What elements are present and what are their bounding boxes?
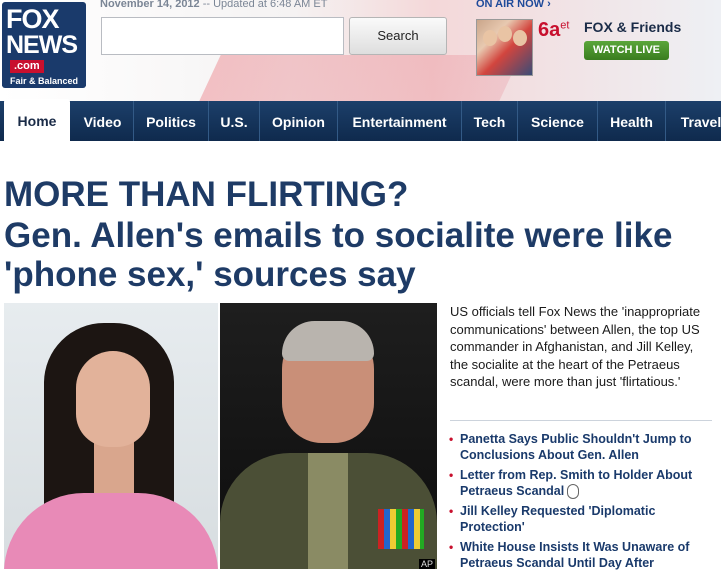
story-summary: US officials tell Fox News the 'inapprop…	[450, 304, 701, 389]
nav-item-travel[interactable]: Travel	[666, 101, 721, 141]
nav-item-us[interactable]: U.S.	[209, 101, 260, 141]
photo-shirt-shape	[308, 453, 348, 569]
search-input[interactable]	[101, 17, 344, 55]
photo-ribbons-shape	[378, 509, 424, 549]
dateline: November 14, 2012 -- Updated at 6:48 AM …	[100, 0, 327, 10]
show-time-value: 6a	[538, 19, 561, 41]
search-button[interactable]: Search	[349, 17, 447, 55]
logo-tagline: Fair & Balanced	[2, 76, 86, 86]
date-text: November 14, 2012	[100, 0, 200, 10]
related-link-text[interactable]: White House Insists It Was Unaware of Pe…	[460, 540, 689, 570]
related-links-list: • Panetta Says Public Shouldn't Jump to …	[448, 432, 720, 576]
logo-news-text: NEWS	[6, 31, 78, 59]
bullet-icon: •	[449, 468, 454, 482]
nav-item-politics[interactable]: Politics	[134, 101, 209, 141]
host-face	[498, 26, 512, 42]
related-link[interactable]: • Jill Kelley Requested 'Diplomatic Prot…	[448, 504, 720, 535]
photo-face-shape	[76, 351, 150, 447]
logo-com-text: .com	[10, 60, 44, 73]
bullet-icon: •	[449, 504, 454, 518]
photo-jill-kelley[interactable]	[4, 303, 218, 569]
photo-hair-shape	[282, 321, 374, 361]
nav-item-entertainment[interactable]: Entertainment	[338, 101, 462, 141]
related-link[interactable]: • White House Insists It Was Unaware of …	[448, 540, 720, 571]
show-thumbnail[interactable]	[476, 19, 533, 76]
related-link-text[interactable]: Jill Kelley Requested 'Diplomatic Protec…	[460, 504, 655, 534]
nav-item-tech[interactable]: Tech	[462, 101, 518, 141]
summary-divider	[450, 420, 712, 421]
host-face	[483, 30, 497, 46]
host-face	[513, 30, 527, 46]
related-link-text[interactable]: Panetta Says Public Shouldn't Jump to Co…	[460, 432, 691, 462]
bullet-icon: •	[449, 432, 454, 446]
nav-item-video[interactable]: Video	[72, 101, 134, 141]
photo-neck-shape	[94, 441, 134, 501]
photo-credit: AP	[418, 559, 435, 569]
show-time: 6aet	[538, 19, 569, 42]
story-headline[interactable]: Gen. Allen's emails to socialite were li…	[4, 216, 694, 294]
photo-gen-allen[interactable]: AP	[220, 303, 437, 569]
fox-news-logo[interactable]: FOX NEWS .com Fair & Balanced	[2, 2, 86, 88]
related-link[interactable]: • Panetta Says Public Shouldn't Jump to …	[448, 432, 720, 463]
main-nav: Home Video Politics U.S. Opinion Enterta…	[0, 99, 721, 141]
related-link[interactable]: • Letter from Rep. Smith to Holder About…	[448, 468, 720, 499]
mouse-cursor-icon	[567, 483, 580, 499]
header-flag-decoration	[199, 55, 521, 101]
on-air-now-link[interactable]: ON AIR NOW ›	[476, 0, 551, 10]
bullet-icon: •	[449, 540, 454, 554]
site-header: FOX NEWS .com Fair & Balanced November 1…	[0, 0, 721, 101]
nav-item-health[interactable]: Health	[598, 101, 666, 141]
nav-item-science[interactable]: Science	[518, 101, 598, 141]
show-time-suffix: et	[560, 19, 570, 32]
watch-live-button[interactable]: WATCH LIVE	[584, 41, 669, 60]
photo-dress-shape	[4, 493, 218, 569]
nav-item-opinion[interactable]: Opinion	[260, 101, 338, 141]
show-name-link[interactable]: FOX & Friends	[584, 19, 681, 35]
logo-fox-text: FOX	[6, 4, 60, 34]
story-kicker[interactable]: MORE THAN FLIRTING?	[4, 176, 408, 214]
nav-item-home[interactable]: Home	[4, 99, 70, 141]
updated-text: -- Updated at 6:48 AM ET	[202, 0, 328, 10]
